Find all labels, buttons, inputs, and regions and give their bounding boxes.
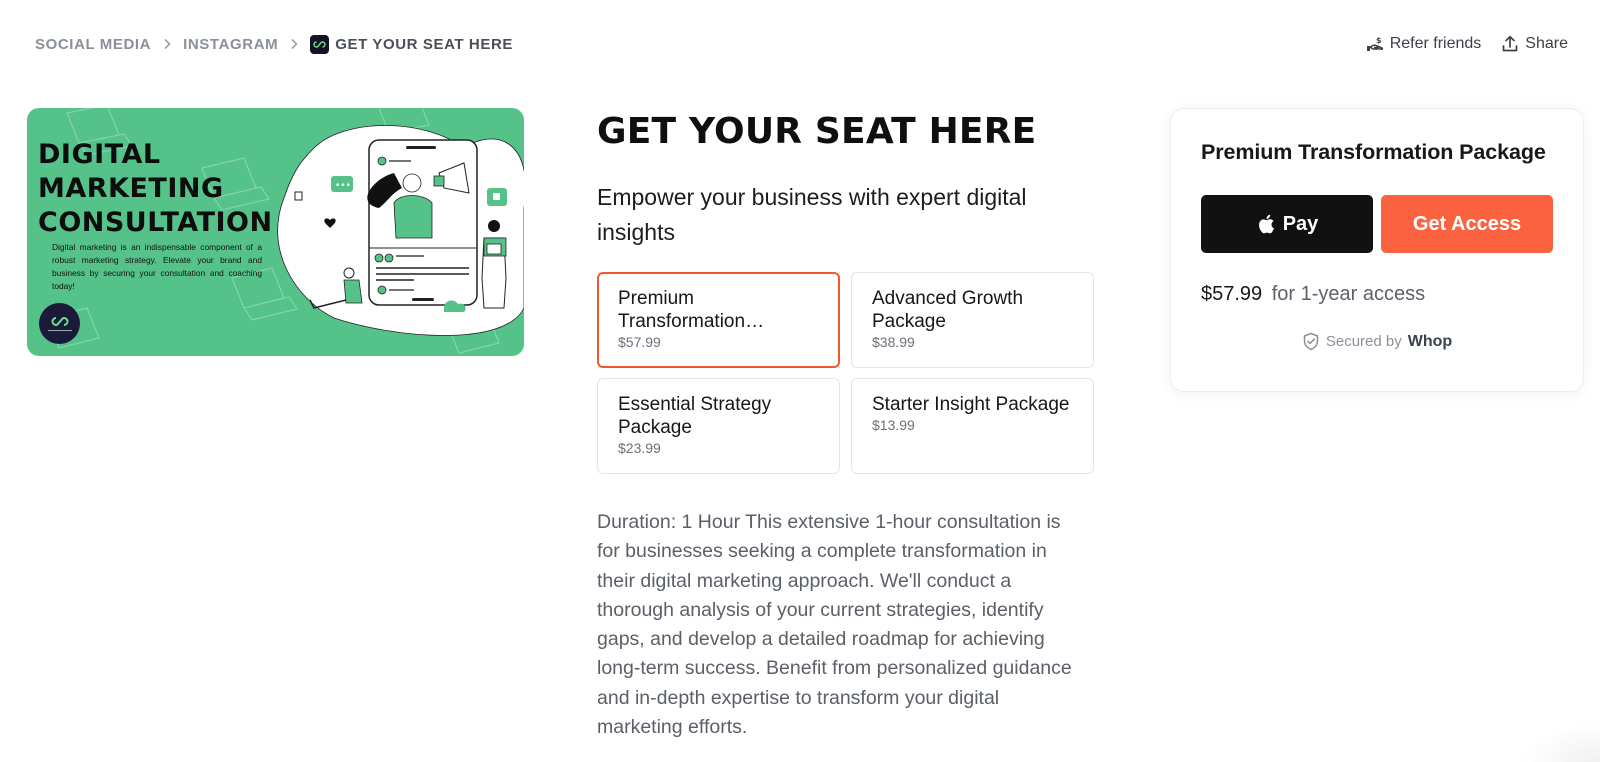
brand-logo-icon bbox=[39, 303, 80, 344]
hero-title-line: DIGITAL bbox=[38, 139, 161, 170]
breadcrumb-current-label: GET YOUR SEAT HERE bbox=[335, 35, 514, 53]
get-access-button[interactable]: Get Access bbox=[1381, 195, 1553, 253]
secured-label: Secured by bbox=[1325, 333, 1402, 350]
page-title: GET YOUR SEAT HERE bbox=[597, 111, 1037, 152]
hero-title-line: CONSULTATION bbox=[38, 207, 273, 238]
plan-price: $13.99 bbox=[872, 417, 915, 433]
top-bar: SOCIAL MEDIA INSTAGRAM GET YOUR SEAT HER… bbox=[35, 30, 1568, 58]
product-subtitle: Empower your business with expert digita… bbox=[597, 184, 1027, 245]
whop-brand-link[interactable]: Whop bbox=[1408, 333, 1452, 351]
breadcrumb: SOCIAL MEDIA INSTAGRAM GET YOUR SEAT HER… bbox=[35, 34, 514, 54]
secured-by-badge: Secured by Whop bbox=[1201, 332, 1553, 351]
plan-price: $38.99 bbox=[872, 334, 915, 350]
product-logo-icon bbox=[310, 34, 330, 54]
svg-text:•••: ••• bbox=[335, 181, 351, 191]
breadcrumb-instagram[interactable]: INSTAGRAM bbox=[183, 36, 278, 53]
plan-name: Premium Transformation Package bbox=[618, 288, 746, 332]
plan-option-starter-insight[interactable]: Starter Insight Package $13.99 bbox=[851, 378, 1094, 474]
shield-check-icon bbox=[1303, 332, 1319, 351]
corner-shadow-decoration bbox=[1520, 722, 1600, 762]
chevron-right-icon bbox=[288, 38, 300, 50]
plan-price: $23.99 bbox=[618, 440, 661, 456]
plan-name: Essential Strategy Package bbox=[618, 394, 772, 438]
refer-friends-button[interactable]: $ Refer friends bbox=[1366, 35, 1482, 53]
plan-name: Starter Insight Package bbox=[872, 394, 1070, 415]
share-label: Share bbox=[1525, 35, 1568, 52]
checkout-price: $57.99 for 1-year access bbox=[1201, 283, 1553, 306]
checkout-card: Premium Transformation Package Pay Get A… bbox=[1170, 108, 1584, 392]
apple-pay-label: Pay bbox=[1282, 212, 1319, 235]
chevron-right-icon bbox=[161, 38, 173, 50]
product-details: GET YOUR SEAT HERE Empower your business… bbox=[597, 108, 1095, 742]
plan-price: $57.99 bbox=[618, 334, 661, 350]
plan-option-premium-transformation[interactable]: Premium Transformation Package $57.99 bbox=[597, 272, 840, 368]
breadcrumb-current: GET YOUR SEAT HERE bbox=[310, 34, 514, 54]
breadcrumb-social-media[interactable]: SOCIAL MEDIA bbox=[35, 36, 151, 53]
svg-text:$: $ bbox=[1376, 36, 1382, 45]
hero-text: Digital marketing is an indispensable co… bbox=[52, 242, 262, 291]
hero-title: DIGITAL MARKETING CONSULTATION bbox=[38, 138, 273, 240]
checkout-buttons: Pay Get Access bbox=[1201, 195, 1553, 253]
apple-icon bbox=[1258, 214, 1274, 234]
social-media-illustration: ••• bbox=[277, 125, 524, 336]
share-button[interactable]: Share bbox=[1501, 35, 1568, 53]
top-actions: $ Refer friends Share bbox=[1366, 35, 1568, 53]
hand-dollar-icon: $ bbox=[1366, 36, 1383, 51]
plan-selector: Premium Transformation Package $57.99 Ad… bbox=[597, 272, 1095, 474]
product-description: Duration: 1 Hour This extensive 1-hour c… bbox=[597, 511, 1072, 739]
plan-option-advanced-growth[interactable]: Advanced Growth Package $38.99 bbox=[851, 272, 1094, 368]
plan-name: Advanced Growth Package bbox=[872, 288, 1024, 332]
hero-title-line: MARKETING bbox=[38, 173, 224, 204]
price-amount: $57.99 bbox=[1201, 283, 1263, 305]
share-upload-icon bbox=[1502, 35, 1518, 52]
product-hero-image: DIGITAL MARKETING CONSULTATION Digital m… bbox=[27, 108, 524, 356]
price-suffix: for 1-year access bbox=[1271, 283, 1426, 305]
checkout-plan-title: Premium Transformation Package bbox=[1201, 140, 1546, 164]
plan-option-essential-strategy[interactable]: Essential Strategy Package $23.99 bbox=[597, 378, 840, 474]
apple-pay-button[interactable]: Pay bbox=[1201, 195, 1373, 253]
refer-friends-label: Refer friends bbox=[1389, 35, 1482, 52]
